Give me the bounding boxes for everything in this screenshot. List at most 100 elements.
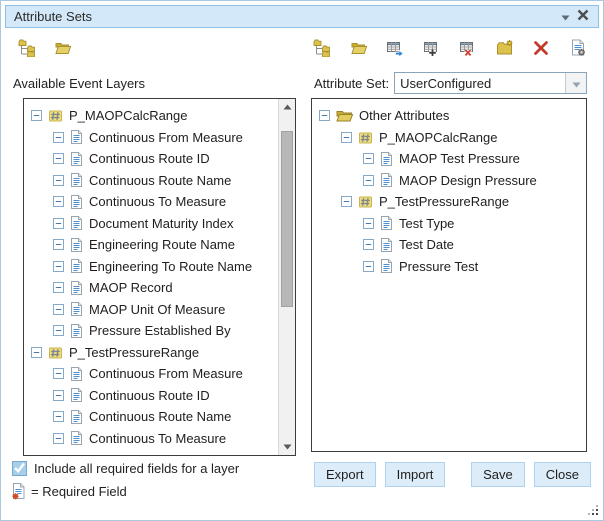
collapse-expander-icon[interactable] bbox=[53, 282, 64, 293]
tree-item-label: Continuous Route Name bbox=[89, 409, 231, 424]
tree-icon bbox=[313, 39, 331, 60]
tree-item[interactable]: Continuous Route Name bbox=[24, 170, 278, 192]
combobox-dropdown-button[interactable] bbox=[565, 73, 586, 93]
tree-item[interactable]: P_TestPressureRange bbox=[312, 191, 586, 213]
add-attribute-set-button[interactable] bbox=[422, 39, 442, 59]
collapse-expander-icon[interactable] bbox=[53, 304, 64, 315]
tree-item[interactable]: Continuous To Measure bbox=[24, 428, 278, 450]
collapse-expander-icon[interactable] bbox=[53, 390, 64, 401]
collapse-expander-icon[interactable] bbox=[31, 347, 42, 358]
tree-item[interactable]: Pressure Test bbox=[312, 256, 586, 278]
open-folder-button[interactable] bbox=[349, 39, 369, 59]
attribute-set-panel: Other AttributesP_MAOPCalcRangeMAOP Test… bbox=[311, 98, 587, 452]
table-export-icon bbox=[386, 39, 404, 60]
red-x-icon bbox=[532, 39, 550, 60]
required-field-icon bbox=[11, 482, 26, 500]
close-dialog-button[interactable]: Close bbox=[534, 462, 591, 487]
collapse-expander-icon[interactable] bbox=[363, 239, 374, 250]
tree-item[interactable]: MAOP Design Pressure bbox=[312, 170, 586, 192]
attribute-set-tree: Other AttributesP_MAOPCalcRangeMAOP Test… bbox=[312, 99, 586, 451]
report-settings-button[interactable] bbox=[568, 39, 588, 59]
tree-item-label: Continuous Route ID bbox=[89, 388, 210, 403]
save-close-group: Save Close bbox=[471, 462, 591, 487]
field-icon bbox=[380, 258, 393, 274]
required-field-legend: = Required Field bbox=[11, 482, 127, 500]
collapse-expander-icon[interactable] bbox=[319, 110, 330, 121]
collapse-expander-icon[interactable] bbox=[363, 261, 374, 272]
close-button[interactable] bbox=[574, 8, 592, 26]
collapse-expander-icon[interactable] bbox=[53, 411, 64, 422]
tree-item-label: Test Type bbox=[399, 216, 454, 231]
collapse-expander-icon[interactable] bbox=[363, 175, 374, 186]
tree-item[interactable]: Other Attributes bbox=[312, 105, 586, 127]
collapse-expander-icon[interactable] bbox=[53, 218, 64, 229]
field-icon bbox=[380, 237, 393, 253]
checkmark-icon bbox=[13, 461, 26, 476]
import-button[interactable]: Import bbox=[385, 462, 446, 487]
layers-tree-button[interactable] bbox=[17, 39, 37, 59]
collapse-expander-icon[interactable] bbox=[53, 368, 64, 379]
include-required-checkbox[interactable] bbox=[12, 461, 27, 476]
field-icon bbox=[70, 237, 83, 253]
titlebar[interactable]: Attribute Sets bbox=[5, 5, 599, 28]
tree-item[interactable]: P_MAOPCalcRange bbox=[24, 105, 278, 127]
collapse-expander-icon[interactable] bbox=[53, 196, 64, 207]
delete-attribute-set-button[interactable] bbox=[458, 39, 478, 59]
tree-item[interactable]: Test Type bbox=[312, 213, 586, 235]
export-button[interactable]: Export bbox=[314, 462, 376, 487]
tree-item[interactable]: MAOP Test Pressure bbox=[312, 148, 586, 170]
tree-item-label: Continuous Route ID bbox=[89, 151, 210, 166]
tree-item[interactable]: Engineering Route Name bbox=[24, 234, 278, 256]
tree-item[interactable]: Engineering To Route Name bbox=[24, 256, 278, 278]
tree-item-label: P_MAOPCalcRange bbox=[69, 108, 188, 123]
tree-item-label: Continuous To Measure bbox=[89, 194, 226, 209]
dock-menu-button[interactable] bbox=[556, 8, 574, 26]
collapse-expander-icon[interactable] bbox=[53, 261, 64, 272]
tree-item-label: Test Date bbox=[399, 237, 454, 252]
tree-item[interactable]: Continuous Route Name bbox=[24, 406, 278, 428]
tree-item[interactable]: MAOP Record bbox=[24, 277, 278, 299]
collapse-expander-icon[interactable] bbox=[53, 132, 64, 143]
scrollbar-thumb[interactable] bbox=[281, 131, 293, 307]
open-folder-button[interactable] bbox=[53, 39, 73, 59]
footer-buttons: Export Import Save Close bbox=[314, 462, 591, 487]
collapse-expander-icon[interactable] bbox=[53, 175, 64, 186]
collapse-expander-icon[interactable] bbox=[363, 218, 374, 229]
export-attribute-set-button[interactable] bbox=[385, 39, 405, 59]
scroll-down-button[interactable] bbox=[279, 439, 296, 455]
attribute-set-combobox[interactable]: UserConfigured bbox=[394, 72, 587, 94]
tree-item[interactable]: Document Maturity Index bbox=[24, 213, 278, 235]
close-icon bbox=[577, 9, 589, 24]
field-icon bbox=[70, 301, 83, 317]
tree-item[interactable]: P_TestPressureRange bbox=[24, 342, 278, 364]
tree-item[interactable]: Continuous Route ID bbox=[24, 385, 278, 407]
resize-grip[interactable] bbox=[588, 505, 600, 517]
collapse-expander-icon[interactable] bbox=[341, 196, 352, 207]
layers-tree-button[interactable] bbox=[312, 39, 332, 59]
tree-item[interactable]: Test Date bbox=[312, 234, 586, 256]
delete-button[interactable] bbox=[531, 39, 551, 59]
tree-item[interactable]: Continuous To Measure bbox=[24, 191, 278, 213]
collapse-expander-icon[interactable] bbox=[53, 239, 64, 250]
new-folder-button[interactable] bbox=[495, 39, 515, 59]
scroll-up-button[interactable] bbox=[279, 99, 296, 115]
tree-item-label: Pressure Established By bbox=[89, 323, 231, 338]
collapse-expander-icon[interactable] bbox=[31, 110, 42, 121]
collapse-expander-icon[interactable] bbox=[341, 132, 352, 143]
tree-item[interactable]: Continuous Route ID bbox=[24, 148, 278, 170]
new-folder-icon bbox=[496, 39, 514, 60]
collapse-expander-icon[interactable] bbox=[363, 153, 374, 164]
tree-item[interactable]: Pressure Established By bbox=[24, 320, 278, 342]
collapse-expander-icon[interactable] bbox=[53, 153, 64, 164]
layer-icon bbox=[358, 130, 373, 145]
tree-item[interactable]: P_MAOPCalcRange bbox=[312, 127, 586, 149]
tree-item[interactable]: MAOP Unit Of Measure bbox=[24, 299, 278, 321]
collapse-expander-icon[interactable] bbox=[53, 325, 64, 336]
open-folder-icon bbox=[350, 39, 368, 60]
vertical-scrollbar[interactable] bbox=[278, 99, 295, 455]
tree-item[interactable]: Continuous From Measure bbox=[24, 363, 278, 385]
collapse-expander-icon[interactable] bbox=[53, 433, 64, 444]
save-button[interactable]: Save bbox=[471, 462, 525, 487]
import-export-group: Export Import bbox=[314, 462, 445, 487]
tree-item[interactable]: Continuous From Measure bbox=[24, 127, 278, 149]
